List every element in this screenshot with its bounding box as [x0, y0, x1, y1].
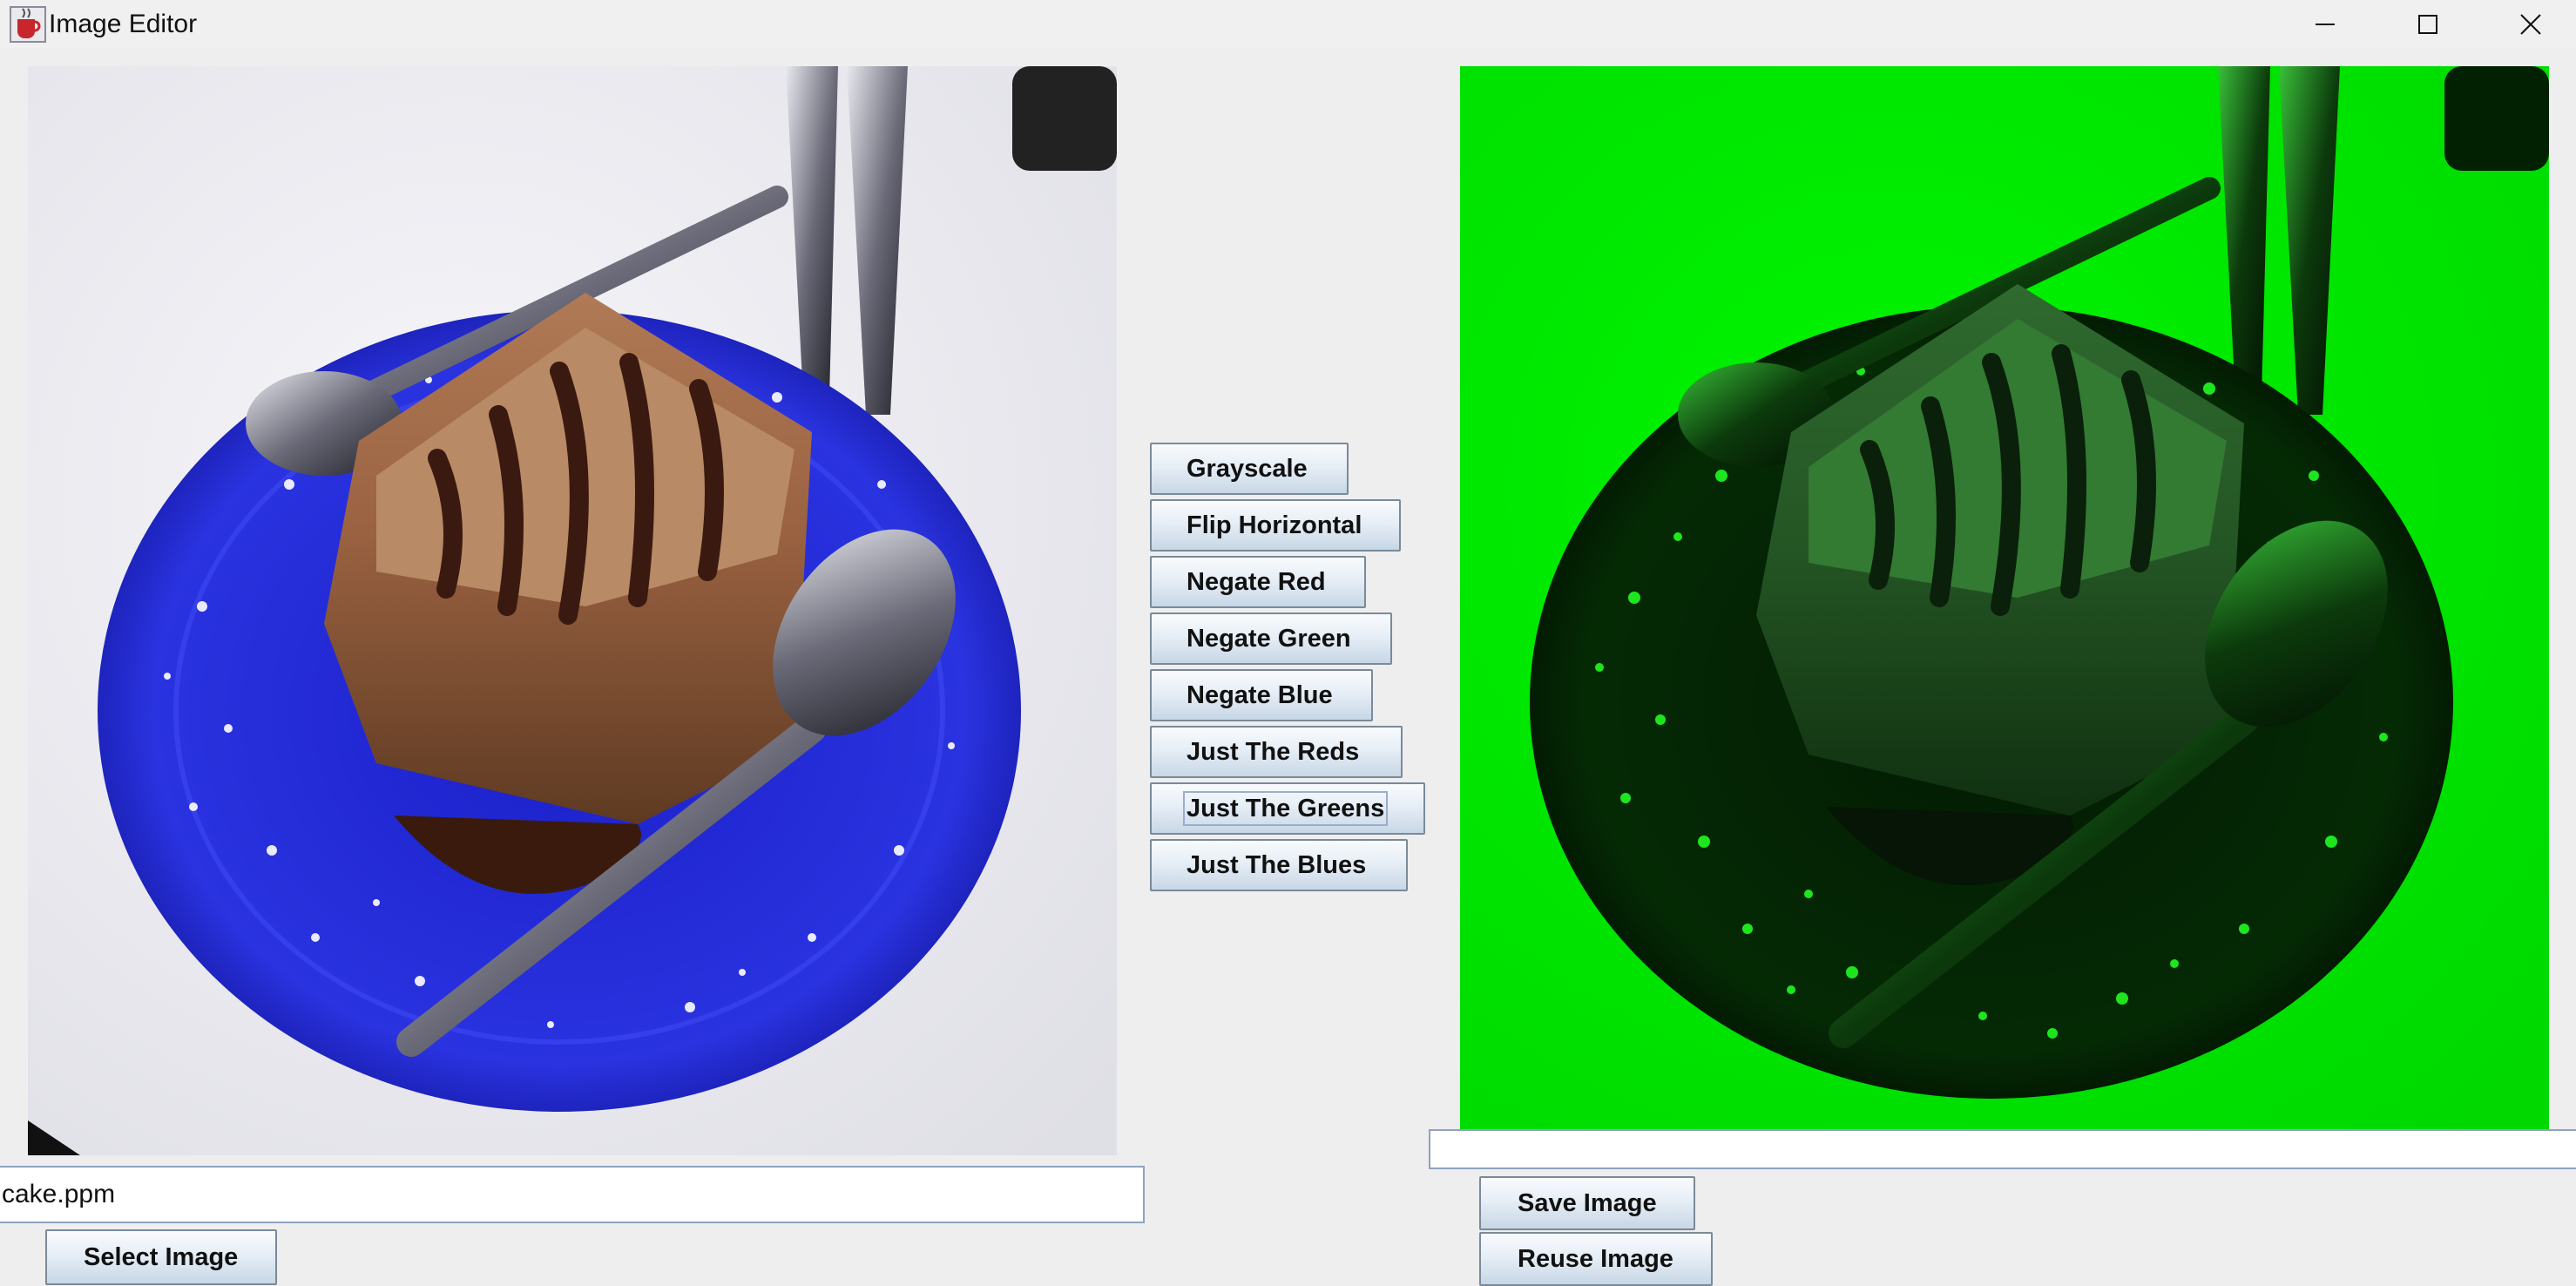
- just-the-blues-button[interactable]: Just The Blues: [1150, 839, 1408, 891]
- title-bar: Image Editor: [0, 0, 2576, 49]
- cake-photo-greens: [1460, 66, 2549, 1129]
- save-image-button[interactable]: Save Image: [1479, 1176, 1695, 1230]
- close-button[interactable]: [2479, 0, 2576, 49]
- minimize-icon: [2316, 24, 2335, 25]
- window-title: Image Editor: [49, 10, 198, 38]
- minimize-button[interactable]: [2274, 0, 2377, 49]
- output-filename-field[interactable]: [1429, 1129, 2576, 1169]
- maximize-icon: [2418, 15, 2437, 34]
- negate-red-button[interactable]: Negate Red: [1150, 556, 1366, 608]
- result-image: [1460, 66, 2549, 1129]
- maximize-button[interactable]: [2377, 0, 2479, 49]
- flip-horizontal-button[interactable]: Flip Horizontal: [1150, 499, 1401, 552]
- negate-green-button[interactable]: Negate Green: [1150, 613, 1392, 665]
- filename-field[interactable]: [0, 1166, 1145, 1223]
- grayscale-button[interactable]: Grayscale: [1150, 443, 1349, 495]
- just-the-greens-button[interactable]: Just The Greens: [1150, 782, 1425, 835]
- original-image: [28, 66, 1117, 1155]
- cake-photo-original: [28, 66, 1117, 1155]
- select-image-button[interactable]: Select Image: [45, 1229, 277, 1285]
- java-cup-icon: [10, 6, 46, 43]
- negate-blue-button[interactable]: Negate Blue: [1150, 669, 1373, 721]
- just-the-reds-button[interactable]: Just The Reds: [1150, 726, 1403, 778]
- close-icon: [2520, 14, 2541, 35]
